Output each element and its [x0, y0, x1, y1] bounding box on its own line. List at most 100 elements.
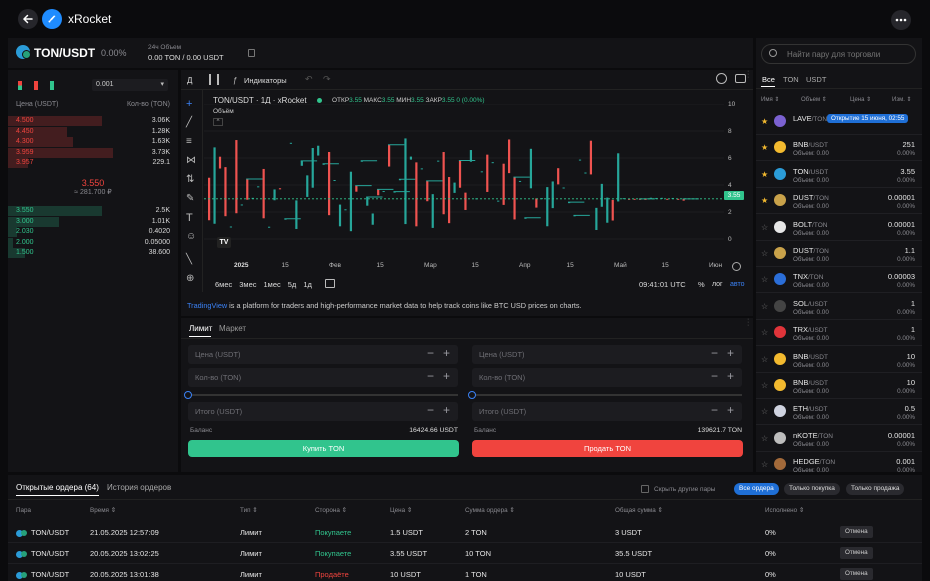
- favorite-star-icon[interactable]: ★: [761, 117, 768, 126]
- compare-icon[interactable]: [325, 279, 335, 288]
- sidebar-tab-all[interactable]: Все: [762, 75, 775, 84]
- ask-row[interactable]: 3.957 229.1: [8, 158, 178, 168]
- pattern-icon[interactable]: ⋈: [186, 155, 200, 169]
- favorite-star-icon[interactable]: ★: [761, 196, 768, 205]
- sell-slider-handle[interactable]: [468, 391, 476, 399]
- tab-limit[interactable]: Лимит: [189, 324, 212, 333]
- favorite-star-icon[interactable]: ☆: [761, 249, 768, 258]
- ruler-icon[interactable]: ╲: [186, 254, 200, 268]
- range-button[interactable]: 3мес: [239, 280, 256, 289]
- favorite-star-icon[interactable]: ★: [761, 170, 768, 179]
- favorite-star-icon[interactable]: ☆: [761, 328, 768, 337]
- crosshair-icon[interactable]: +: [186, 98, 200, 112]
- pair-list-item[interactable]: ★ DUST/TON Объем: 0.00 0.00001 0.00%: [756, 188, 922, 215]
- bid-row[interactable]: 1.500 38.600: [8, 248, 178, 258]
- zoom-icon[interactable]: ⊕: [186, 273, 200, 287]
- buy-price-field[interactable]: Цена (USDT) − +: [188, 345, 458, 364]
- col-name-header[interactable]: Имя ⇕: [761, 96, 779, 103]
- log-toggle[interactable]: лог: [712, 281, 723, 288]
- favorite-star-icon[interactable]: ☆: [761, 434, 768, 443]
- ask-row[interactable]: 4.500 3.06K: [8, 116, 178, 126]
- book-view-asks-icon[interactable]: [34, 81, 38, 90]
- price-chart[interactable]: [204, 104, 724, 244]
- bid-row[interactable]: 2.030 0.4020: [8, 227, 178, 237]
- pair-list-item[interactable]: ☆ nKOTE/TON Объем: 0.00 0.00001 0.00%: [756, 426, 922, 452]
- prediction-icon[interactable]: ⇅: [186, 174, 200, 188]
- sell-amount-slider[interactable]: [472, 394, 742, 396]
- favorite-star-icon[interactable]: ☆: [761, 275, 768, 284]
- range-button[interactable]: 1д: [303, 280, 312, 289]
- screenshot-icon[interactable]: [735, 74, 746, 83]
- pair-name[interactable]: TON/USDT: [34, 46, 95, 60]
- favorite-star-icon[interactable]: ☆: [761, 460, 768, 469]
- favorite-star-icon[interactable]: ☆: [761, 355, 768, 364]
- orders-col-header[interactable]: Сторона ⇕: [315, 507, 347, 514]
- pair-list-item[interactable]: ☆ TRX/USDT Объем: 0.00 1 0.00%: [756, 320, 922, 347]
- filter-sell[interactable]: Только продажа: [846, 483, 905, 495]
- more-menu-button[interactable]: [891, 10, 911, 30]
- trend-line-icon[interactable]: ╱: [186, 117, 200, 131]
- col-volume-header[interactable]: Объем ⇕: [801, 96, 827, 103]
- tab-order-history[interactable]: История ордеров: [107, 483, 171, 492]
- pair-list-item[interactable]: ★ TON/USDT Объем: 0.00 3.55 0.00%: [756, 162, 922, 188]
- orders-col-header[interactable]: Общая сумма ⇕: [615, 507, 663, 514]
- orders-col-header[interactable]: Цена ⇕: [390, 507, 412, 514]
- brush-icon[interactable]: ✎: [186, 193, 200, 207]
- book-view-both-icon[interactable]: [18, 81, 22, 90]
- pair-list-item[interactable]: ☆ TNX/TON Объем: 0.00 0.00003 0.00%: [756, 267, 922, 294]
- buy-slider-handle[interactable]: [184, 391, 192, 399]
- cancel-order-button[interactable]: Отмена: [840, 568, 873, 580]
- pair-list-item[interactable]: ☆ BOLT/TON Объем: 0.00 0.00001 0.00%: [756, 215, 922, 241]
- undo-icon[interactable]: ↶: [305, 74, 313, 85]
- buy-total-field[interactable]: Итого (USDT) − +: [188, 402, 458, 421]
- sidebar-tab-ton[interactable]: TON: [783, 75, 799, 84]
- sell-qty-field[interactable]: Кол-во (TON) − +: [472, 368, 742, 387]
- pair-list-item[interactable]: ☆ ETH/USDT Объем: 0.00 0.5 0.00%: [756, 399, 922, 426]
- orders-col-header[interactable]: Тип ⇕: [240, 507, 258, 514]
- favorite-star-icon[interactable]: ★: [761, 143, 768, 152]
- tab-market[interactable]: Маркет: [219, 324, 246, 333]
- hide-pairs-checkbox[interactable]: [641, 485, 649, 493]
- tab-open-orders[interactable]: Открытые ордера (64): [16, 483, 99, 492]
- price-axis[interactable]: 10 8 6 4 2 0: [724, 101, 753, 244]
- ask-row[interactable]: 4.450 1.28K: [8, 126, 178, 137]
- cancel-order-button[interactable]: Отмена: [840, 526, 873, 538]
- goto-date-icon[interactable]: [732, 262, 741, 271]
- copy-icon[interactable]: [248, 49, 255, 57]
- bid-row[interactable]: 2.000 0.05000: [8, 237, 178, 248]
- sidebar-tab-usdt[interactable]: USDT: [806, 75, 826, 84]
- range-button[interactable]: 1мес: [264, 280, 281, 289]
- range-button[interactable]: 5д: [288, 280, 297, 289]
- pair-list-item[interactable]: ☆ SOL/USDT Объем: 0.00 1 0.00%: [756, 294, 922, 320]
- percent-toggle[interactable]: %: [698, 280, 705, 289]
- sell-price-field[interactable]: Цена (USDT) − +: [472, 345, 742, 364]
- back-button[interactable]: [18, 9, 38, 29]
- buy-amount-slider[interactable]: [188, 394, 458, 396]
- buy-button[interactable]: Купить TON: [188, 440, 459, 457]
- buy-qty-field[interactable]: Кол-во (TON) − +: [188, 368, 458, 387]
- orders-col-header[interactable]: Время ⇕: [90, 507, 116, 514]
- indicators-button[interactable]: Индикаторы: [244, 76, 287, 85]
- col-change-header[interactable]: Изм. ⇕: [892, 96, 912, 103]
- pair-list-item[interactable]: ☆ DUST/TON Объем: 0.00 1.1 0.00%: [756, 241, 922, 267]
- sell-button[interactable]: Продать TON: [472, 440, 743, 457]
- favorite-star-icon[interactable]: ☆: [761, 302, 768, 311]
- time-axis[interactable]: 2025 15 Фев 15 Мар 15 Апр 15 Май 15 Июн: [204, 262, 724, 274]
- auto-toggle[interactable]: авто: [730, 281, 744, 288]
- panel-drag-handle[interactable]: · · ·: [747, 68, 749, 81]
- bid-row[interactable]: 3.550 2.5K: [8, 206, 178, 216]
- redo-icon[interactable]: ↷: [323, 74, 331, 85]
- interval-button[interactable]: Д: [187, 76, 192, 85]
- tradingview-link[interactable]: TradingView: [187, 301, 227, 310]
- pair-list-item[interactable]: ☆ BNB/USDT Объем: 0.00 10 0.00%: [756, 347, 922, 373]
- fib-icon[interactable]: ≡: [186, 136, 200, 150]
- favorite-star-icon[interactable]: ☆: [761, 381, 768, 390]
- filter-all[interactable]: Все ордера: [734, 483, 779, 495]
- tick-size-select[interactable]: 0.001 ▾: [92, 79, 168, 91]
- pair-search-input[interactable]: Найти пару для торговли: [761, 44, 916, 64]
- cancel-order-button[interactable]: Отмена: [840, 547, 873, 559]
- pair-list-item[interactable]: ★ LAVE/TON Открытие 15 июня, 02:55: [756, 109, 922, 135]
- candles-type-icon[interactable]: [209, 74, 219, 85]
- filter-buy[interactable]: Только покупка: [784, 483, 840, 495]
- orders-col-header[interactable]: Исполнено ⇕: [765, 507, 804, 514]
